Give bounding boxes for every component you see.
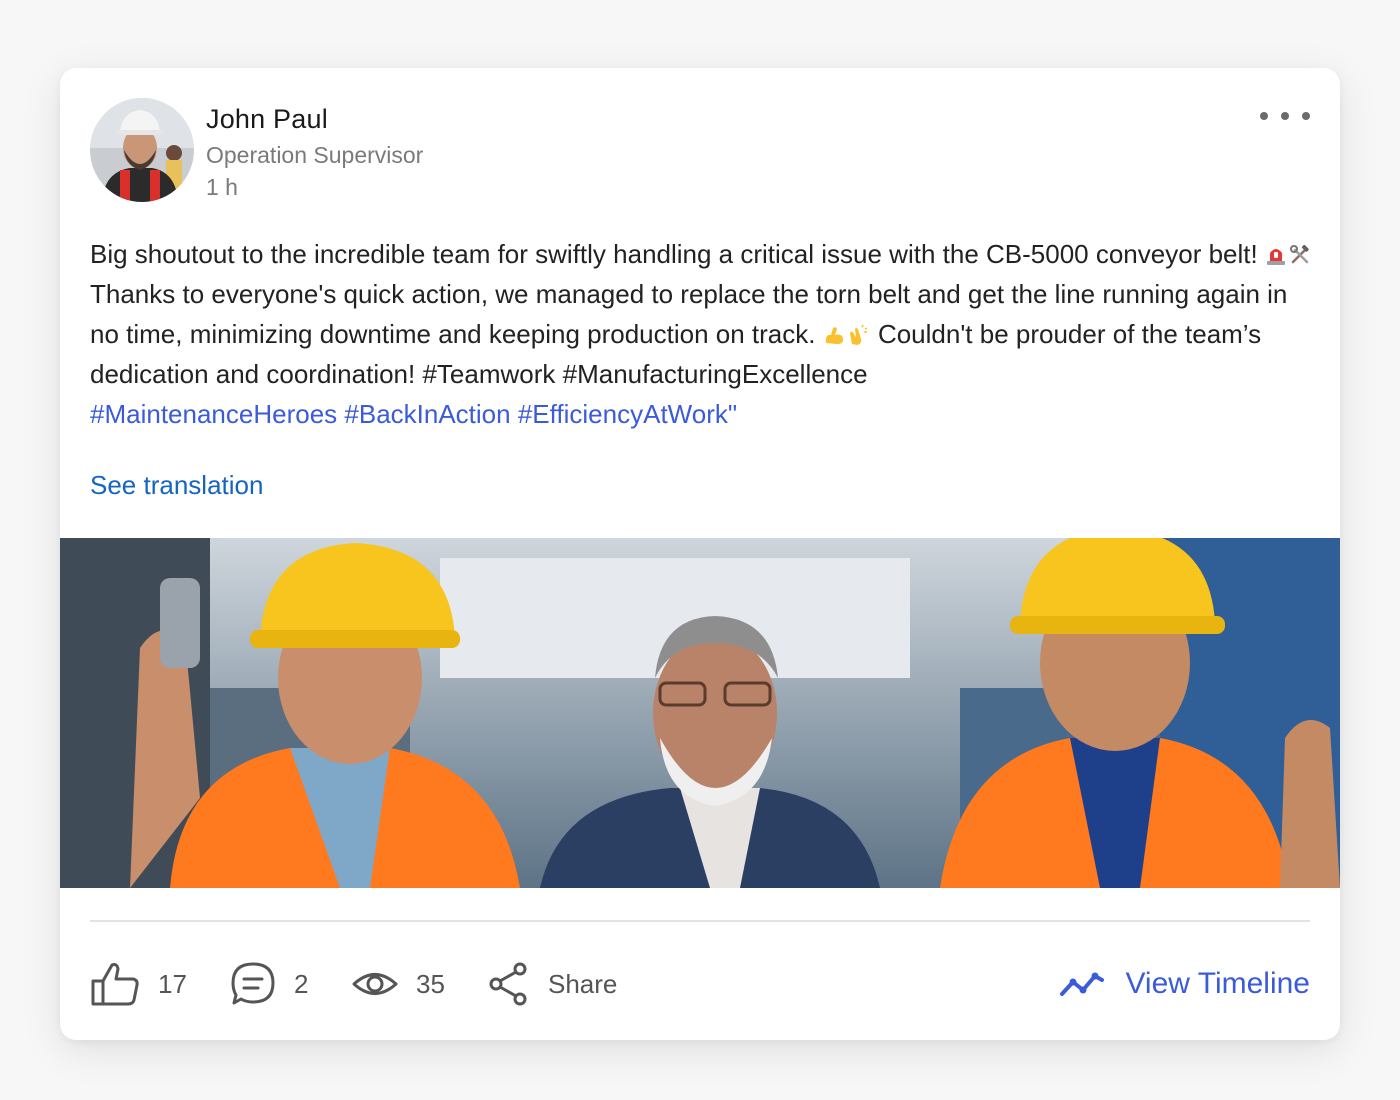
post-image[interactable] bbox=[60, 538, 1340, 888]
thumbs-up-icon bbox=[91, 963, 139, 1006]
view-timeline-label: View Timeline bbox=[1125, 967, 1310, 1000]
see-translation-link[interactable]: See translation bbox=[90, 470, 263, 501]
eye-icon bbox=[352, 973, 398, 995]
comment-button[interactable]: 2 bbox=[230, 956, 308, 1012]
hashtag[interactable]: #Teamwork bbox=[422, 359, 555, 389]
avatar[interactable] bbox=[90, 98, 194, 202]
share-label: Share bbox=[548, 968, 618, 999]
share-icon bbox=[489, 962, 527, 1006]
clapping-hands-icon bbox=[849, 324, 868, 345]
like-count: 17 bbox=[158, 968, 187, 999]
like-button[interactable]: 17 bbox=[90, 956, 187, 1012]
hashtag-link[interactable]: #EfficiencyAtWork" bbox=[518, 399, 737, 429]
share-button[interactable]: Share bbox=[488, 956, 617, 1012]
more-dot-icon bbox=[1302, 112, 1310, 120]
post-card: John Paul Operation Supervisor 1 h Big s… bbox=[60, 68, 1340, 1040]
view-timeline-button[interactable]: View Timeline bbox=[1059, 956, 1310, 1012]
more-options-button[interactable] bbox=[1260, 104, 1310, 128]
comment-count: 2 bbox=[294, 968, 309, 999]
post-body: Big shoutout to the incredible team for … bbox=[90, 234, 1315, 434]
post-actions: 17 2 35 Share View Timeline bbox=[90, 956, 1310, 1012]
siren-icon bbox=[1266, 249, 1285, 265]
more-dot-icon bbox=[1260, 112, 1268, 120]
hashtag-link[interactable]: #BackInAction bbox=[344, 399, 510, 429]
post-timestamp: 1 h bbox=[206, 174, 238, 200]
view-count: 35 bbox=[416, 968, 445, 999]
post-header: John Paul Operation Supervisor 1 h bbox=[90, 98, 1310, 202]
author-role: Operation Supervisor bbox=[206, 142, 424, 168]
avatar-image bbox=[90, 98, 194, 202]
hashtag[interactable]: #ManufacturingExcellence bbox=[563, 359, 868, 389]
hashtag-link[interactable]: #MaintenanceHeroes bbox=[90, 399, 337, 429]
post-text: Big shoutout to the incredible team for … bbox=[90, 239, 1265, 269]
comment-icon bbox=[231, 962, 275, 1005]
views-indicator: 35 bbox=[352, 956, 445, 1012]
more-dot-icon bbox=[1281, 112, 1289, 120]
hammer-wrench-icon bbox=[1289, 244, 1309, 264]
divider bbox=[90, 920, 1310, 922]
flexed-biceps-icon bbox=[825, 327, 843, 344]
trend-line-icon bbox=[1060, 972, 1105, 996]
team-photo bbox=[60, 538, 1340, 888]
author-name[interactable]: John Paul bbox=[206, 104, 328, 135]
